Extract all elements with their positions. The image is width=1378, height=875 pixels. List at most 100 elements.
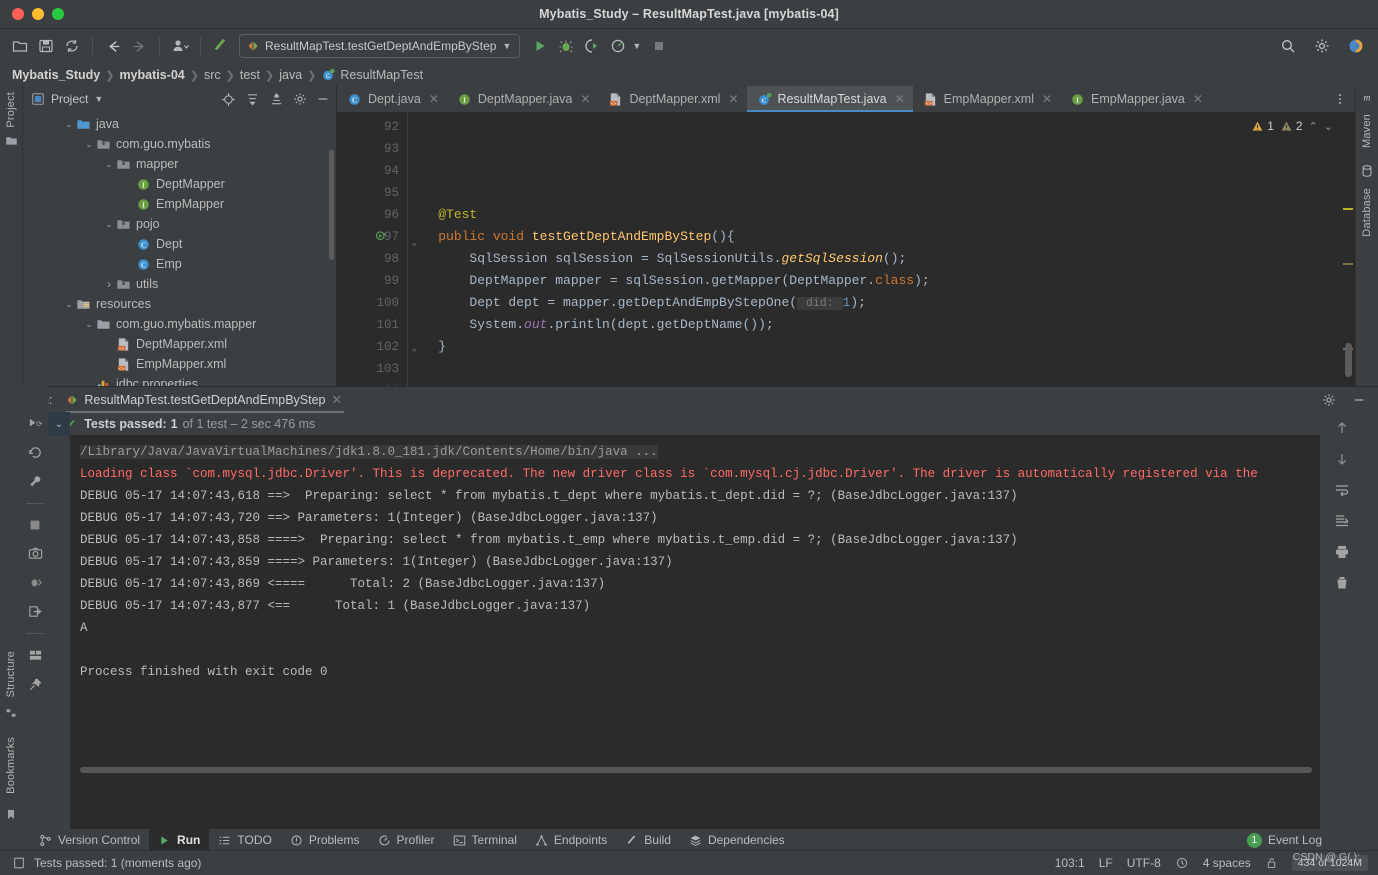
- back-icon[interactable]: [101, 34, 125, 58]
- open-icon[interactable]: [8, 34, 32, 58]
- run-with-coverage-button[interactable]: [580, 34, 604, 58]
- expand-all-icon[interactable]: [245, 92, 260, 107]
- breadcrumb-item-4[interactable]: java: [279, 68, 302, 82]
- inspections-icon[interactable]: [1175, 856, 1189, 870]
- hide-icon[interactable]: [316, 92, 330, 106]
- code-line[interactable]: [407, 160, 1341, 182]
- breadcrumb-item-5[interactable]: ResultMapTest: [340, 68, 423, 82]
- lock-icon[interactable]: [1265, 856, 1278, 870]
- gear-icon-project[interactable]: [293, 92, 307, 106]
- layout-icon[interactable]: [28, 648, 43, 663]
- close-window-button[interactable]: [12, 8, 24, 20]
- chevron-down-icon[interactable]: ⌄: [83, 319, 95, 330]
- memory-indicator[interactable]: 434 of 1024M CSDN @ G( ):: [1291, 851, 1368, 871]
- profile-run-button[interactable]: [606, 34, 630, 58]
- tree-node[interactable]: ⌄ java: [23, 114, 336, 134]
- save-icon[interactable]: [34, 34, 58, 58]
- up-arrow-icon[interactable]: [1334, 420, 1350, 436]
- run-configuration-selector[interactable]: ResultMapTest.testGetDeptAndEmpByStep ▼: [239, 34, 521, 58]
- close-icon[interactable]: ✕: [1042, 92, 1052, 106]
- tree-node[interactable]: jdbc.properties: [23, 374, 336, 386]
- editor-vertical-scrollbar[interactable]: [1345, 343, 1352, 377]
- debug-icon-run[interactable]: [28, 575, 43, 590]
- code-line[interactable]: Dept dept = mapper.getDeptAndEmpByStepOn…: [407, 292, 1341, 314]
- tool-window-button-endpoints[interactable]: Endpoints: [526, 829, 616, 852]
- weak-warning-count[interactable]: 2: [1280, 119, 1303, 133]
- code-editor[interactable]: 1 2 ⌃ ⌄ 929394959697⌄9899100101102⌃10310…: [337, 113, 1355, 386]
- project-folder-icon[interactable]: [5, 134, 18, 147]
- hide-icon-run[interactable]: [1352, 393, 1366, 407]
- project-tree-scrollbar[interactable]: [329, 150, 334, 260]
- gear-icon-run[interactable]: [1322, 393, 1336, 407]
- code-line[interactable]: [407, 182, 1341, 204]
- editor-tabs-actions[interactable]: [1325, 86, 1355, 112]
- build-icon[interactable]: [209, 34, 233, 58]
- project-tree[interactable]: ⌄ java ⌄ com.guo.mybatis ⌄ mapper I DeptMapper I…: [23, 112, 336, 386]
- print-icon[interactable]: [1334, 544, 1350, 560]
- event-log-label[interactable]: Event Log: [1268, 833, 1322, 847]
- settings-wrench-icon[interactable]: [28, 474, 43, 489]
- sidebar-item-database[interactable]: Database: [1361, 188, 1373, 237]
- editor-tab[interactable]: C ResultMapTest.java ✕: [746, 86, 913, 112]
- run-tab[interactable]: ResultMapTest.testGetDeptAndEmpByStep ✕: [62, 389, 348, 413]
- sidebar-item-maven[interactable]: Maven: [1361, 114, 1373, 148]
- run-button[interactable]: [528, 34, 552, 58]
- chevron-down-icon[interactable]: ⌄: [83, 139, 95, 150]
- console-horizontal-scrollbar[interactable]: [80, 767, 1312, 773]
- collapse-console-button[interactable]: ⌄: [48, 412, 70, 436]
- inspection-widget[interactable]: 1 2 ⌃ ⌄: [1251, 119, 1333, 133]
- rerun-failed-tests-icon[interactable]: [28, 445, 43, 460]
- chevron-down-icon[interactable]: ⌄: [103, 159, 115, 170]
- sidebar-item-structure[interactable]: Structure: [5, 651, 17, 697]
- profile-icon[interactable]: [168, 34, 192, 58]
- file-encoding[interactable]: UTF-8: [1127, 856, 1161, 870]
- tool-window-button-problems[interactable]: Problems: [281, 829, 369, 852]
- tree-node[interactable]: ⌄ mapper: [23, 154, 336, 174]
- chevron-down-icon[interactable]: ⌄: [63, 119, 75, 130]
- indent-setting[interactable]: 4 spaces: [1203, 856, 1251, 870]
- collapse-all-icon[interactable]: [269, 92, 284, 107]
- database-icon[interactable]: [1360, 164, 1374, 178]
- code-line[interactable]: public void testGetDeptAndEmpByStep(){: [407, 226, 1341, 248]
- close-icon[interactable]: ✕: [429, 92, 439, 106]
- screenshot-icon[interactable]: [28, 546, 43, 561]
- tree-node[interactable]: <> EmpMapper.xml: [23, 354, 336, 374]
- editor-gutter[interactable]: 929394959697⌄9899100101102⌃103104: [337, 113, 417, 386]
- code-line[interactable]: [407, 116, 1341, 138]
- tree-node[interactable]: ⌄ pojo: [23, 214, 336, 234]
- tool-window-button-run[interactable]: Run: [149, 828, 210, 852]
- editor-tab[interactable]: <> EmpMapper.xml ✕: [913, 86, 1060, 112]
- bookmarks-icon[interactable]: [5, 808, 17, 821]
- close-icon[interactable]: ✕: [580, 92, 590, 106]
- editor-tab[interactable]: I EmpMapper.java ✕: [1060, 86, 1211, 112]
- code-line[interactable]: @Test: [407, 204, 1341, 226]
- close-icon[interactable]: ✕: [1193, 92, 1203, 106]
- search-icon[interactable]: [1276, 34, 1300, 58]
- line-separator[interactable]: LF: [1099, 856, 1113, 870]
- chevron-down-icon-run[interactable]: ▼: [632, 41, 641, 51]
- more-options-icon[interactable]: [1333, 92, 1347, 106]
- tool-window-button-build[interactable]: Build: [616, 829, 680, 852]
- debug-button[interactable]: [554, 34, 578, 58]
- run-test-gutter-icon[interactable]: [375, 230, 388, 243]
- pin-icon[interactable]: [28, 677, 43, 692]
- down-arrow-icon[interactable]: [1334, 451, 1350, 467]
- code-line[interactable]: [407, 138, 1341, 160]
- trash-icon[interactable]: [1334, 575, 1350, 591]
- code-line[interactable]: System.out.println(dept.getDeptName());: [407, 314, 1341, 336]
- chevron-down-icon[interactable]: ⌄: [103, 219, 115, 230]
- chevron-down-icon[interactable]: ⌄: [63, 299, 75, 310]
- locate-icon[interactable]: [221, 92, 236, 107]
- forward-icon[interactable]: [127, 34, 151, 58]
- tree-node[interactable]: C Dept: [23, 234, 336, 254]
- close-icon[interactable]: ✕: [728, 92, 738, 106]
- chevron-down-icon-project[interactable]: ▼: [94, 94, 103, 104]
- status-message-icon[interactable]: [12, 856, 26, 870]
- sync-icon[interactable]: [60, 34, 84, 58]
- tree-node[interactable]: ⌄ com.guo.mybatis.mapper: [23, 314, 336, 334]
- editor-tab[interactable]: I DeptMapper.java ✕: [447, 86, 599, 112]
- tree-node[interactable]: <> DeptMapper.xml: [23, 334, 336, 354]
- breadcrumb-item-2[interactable]: src: [204, 68, 221, 82]
- zoom-window-button[interactable]: [52, 8, 64, 20]
- tool-window-button-terminal[interactable]: Terminal: [444, 829, 526, 852]
